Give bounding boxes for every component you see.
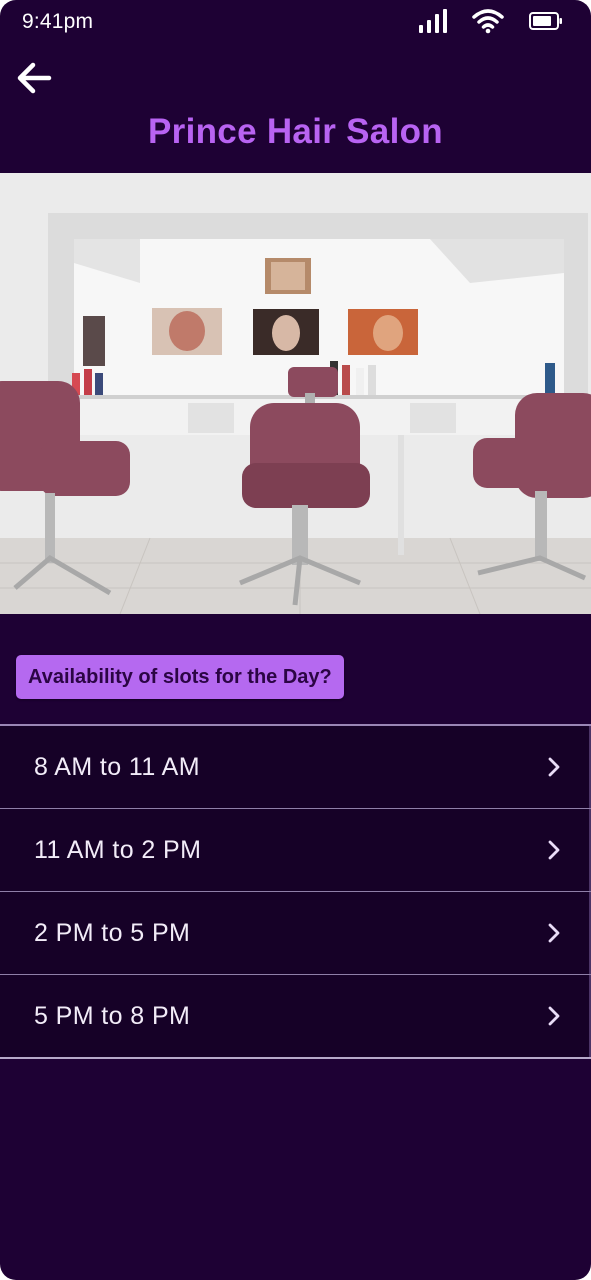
chevron-right-icon: [547, 922, 561, 944]
back-button[interactable]: [12, 58, 56, 102]
slot-label: 2 PM to 5 PM: [34, 919, 191, 947]
page-title: Prince Hair Salon: [148, 112, 443, 151]
slot-label: 5 PM to 8 PM: [34, 1002, 191, 1030]
status-bar: 9:41pm: [0, 0, 591, 46]
chevron-right-icon: [547, 1005, 561, 1027]
chevron-right-icon: [547, 756, 561, 778]
slot-label: 8 AM to 11 AM: [34, 753, 200, 781]
chevron-right-icon: [547, 839, 561, 861]
signal-icon: [419, 8, 447, 38]
slot-item[interactable]: 2 PM to 5 PM: [0, 892, 591, 975]
availability-label: Availability of slots for the Day?: [28, 665, 332, 688]
status-time: 9:41pm: [22, 10, 94, 33]
arrow-left-icon: [16, 62, 52, 99]
slot-item[interactable]: 5 PM to 8 PM: [0, 975, 591, 1057]
battery-icon: [529, 11, 563, 35]
slot-item[interactable]: 8 AM to 11 AM: [0, 726, 591, 809]
salon-image: [0, 173, 591, 614]
slot-item[interactable]: 11 AM to 2 PM: [0, 809, 591, 892]
phone-screen: 9:41pm Prince Hair Salon Availability of…: [0, 0, 591, 1280]
wifi-icon: [471, 8, 505, 39]
status-icons: [419, 8, 563, 39]
slot-list: 8 AM to 11 AM 11 AM to 2 PM 2 PM to 5 PM…: [0, 724, 591, 1059]
slot-label: 11 AM to 2 PM: [34, 836, 202, 864]
availability-badge: Availability of slots for the Day?: [16, 655, 344, 699]
